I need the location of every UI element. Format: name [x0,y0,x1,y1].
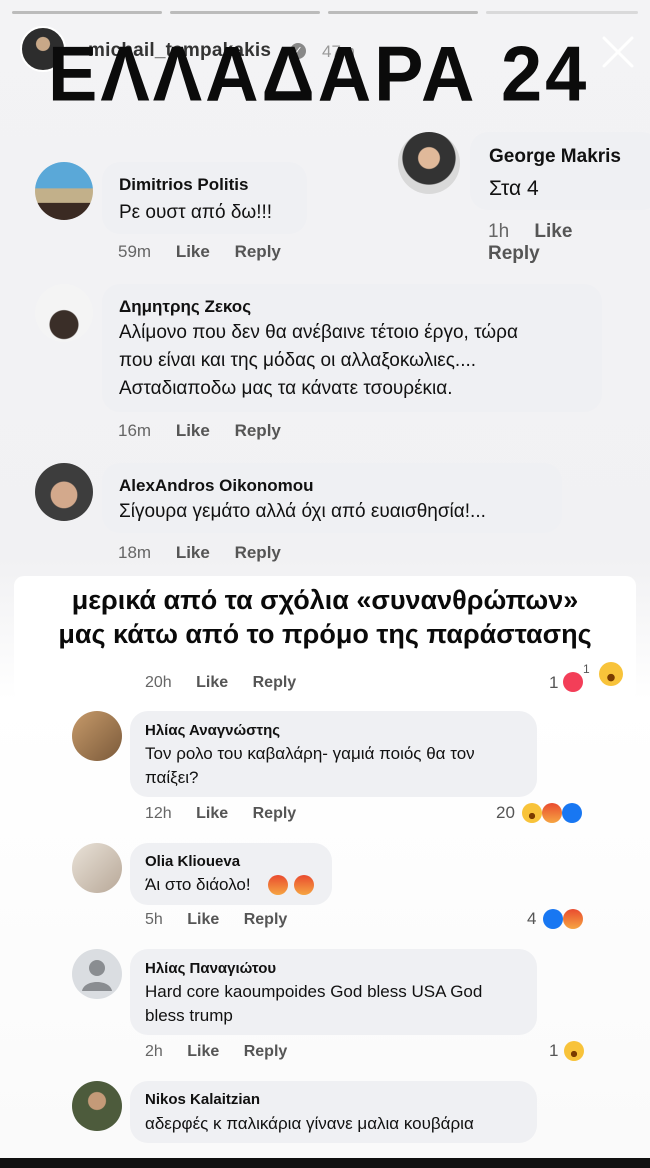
comment-text: αδερφές κ παλικάρια γίνανε μαλια κουβάρι… [145,1114,474,1133]
comment-time: 2h [145,1043,163,1060]
comment-meta-alex: 18m Like Reply [118,543,301,563]
comment-time: 59m [118,242,152,261]
angry-emoji-icon [268,875,288,895]
default-user-icon [82,960,112,991]
story-headline: ΕΛΛΑΔΑΡΑ 24 [48,29,590,118]
reply-button[interactable]: Reply [253,805,297,822]
angry-reaction-icon [563,909,583,929]
comment-time: 12h [145,805,172,822]
like-button[interactable]: Like [176,421,210,440]
comment-author[interactable]: Dimitrios Politis [119,175,248,195]
comment-text-line-2: bless trump [145,1006,233,1025]
angry-reaction-icon [542,803,562,823]
like-button[interactable]: Like [176,543,210,562]
like-reaction-icon [562,803,582,823]
reaction-count: 4 [527,909,537,928]
comment-time: 5h [145,911,163,928]
reaction-superscript: 1 [583,662,590,676]
avatar-dimitrios-politis[interactable] [35,162,93,220]
comment-time: 18m [118,543,152,562]
comment-text: Ρε ουστ από δω!!! [119,202,273,223]
avatar-george-makris[interactable] [398,132,460,194]
like-button[interactable]: Like [187,1043,219,1060]
comment-time: 1h [488,221,510,242]
comment-meta-zekos: 16m Like Reply [118,421,301,441]
comment-author[interactable]: Ηλίας Παναγιώτου [145,960,276,977]
comment-bubble-nikos: Nikos Kalaitzian αδερφές κ παλικάρια γίν… [130,1081,537,1143]
comment-meta-olia: 5h Like Reply [145,911,307,929]
comment-text-line-3: Ασταδιαποδω μας τα κάνατε τσουρέκια. [119,378,453,399]
comment-bubble-dimitrios: Dimitrios Politis Ρε ουστ από δω!!! [102,162,307,234]
comment-text-line-1: Τον ρολο του καβαλάρη- γαμιά ποιός θα το… [145,744,475,763]
comment-meta-hidden: 20h Like Reply [145,674,316,692]
reaction-count: 20 [496,803,515,822]
like-button[interactable]: Like [187,911,219,928]
haha-reaction-icon [522,803,542,823]
story-progress-3 [328,11,478,14]
comment-text: Άι στο διάολο! [145,875,251,894]
story-progress-1 [12,11,162,14]
story-progress-4 [486,11,638,14]
comment-bubble-zekos: Δημητρης Ζεκος Αλίμονο που δεν θα ανέβαι… [102,284,602,412]
comment-author[interactable]: Nikos Kalaitzian [145,1091,260,1108]
comment-meta-ilias-p: 2h Like Reply [145,1043,307,1061]
comment-time: 16m [118,421,152,440]
comment-meta-george: 1h Like Reply [488,221,650,265]
comment-time: 20h [145,674,172,691]
avatar-alexandros-oikonomou[interactable] [35,463,93,521]
like-button[interactable]: Like [196,805,228,822]
comment-text-line-2: παίξει? [145,768,199,787]
love-reaction-icon [563,672,583,692]
overlay-caption-line-2: μας κάτω από το πρόμο της παράστασης [58,619,592,649]
comment-author[interactable]: Ηλίας Αναγνώστης [145,722,280,739]
comment-bubble-george: George Makris Στα 4 [470,132,650,210]
haha-reaction-icon [564,1041,584,1061]
comment-text-line-2: που είναι και της μόδας οι αλλαξοκωλιες.… [119,350,477,371]
reaction-count: 1 [549,673,559,692]
angry-emoji-icon [294,875,314,895]
avatar-olia-klioueva[interactable] [72,843,122,893]
like-button[interactable]: Like [176,242,210,261]
story-progress-2 [170,11,320,14]
story-frame: michail_tampakakis ✓ 47m ΕΛΛΑΔΑΡΑ 24 Geo… [0,0,650,1158]
comment-bubble-ilias-a: Ηλίας Αναγνώστης Τον ρολο του καβαλάρη- … [130,711,537,797]
comment-bubble-alex: AlexAndros Oikonomou Σίγουρα γεμάτο αλλά… [102,463,562,533]
comment-text-line-1: Hard core kaoumpoides God bless USA God [145,982,483,1001]
close-icon[interactable] [598,32,638,72]
avatar-ilias-panagiotou[interactable] [72,949,122,999]
reply-button[interactable]: Reply [235,421,281,440]
reply-button[interactable]: Reply [235,242,281,261]
avatar-dimitris-zekos[interactable] [35,284,93,342]
comment-author[interactable]: Olia Klioueva [145,853,240,870]
comment-meta-ilias-a: 12h Like Reply [145,805,316,823]
reply-button[interactable]: Reply [244,1043,288,1060]
reply-button[interactable]: Reply [488,243,540,264]
comment-text: Στα 4 [489,177,539,200]
reply-button[interactable]: Reply [244,911,288,928]
avatar-nikos-kalaitzian[interactable] [72,1081,122,1131]
reaction-count: 1 [549,1041,559,1060]
like-button[interactable]: Like [534,221,572,242]
comment-bubble-olia: Olia Klioueva Άι στο διάολο! [130,843,332,905]
reply-button[interactable]: Reply [235,543,281,562]
comment-text-line-1: Αλίμονο που δεν θα ανέβαινε τέτοιο έργο,… [119,322,518,343]
haha-reaction-icon [599,662,623,686]
comment-author[interactable]: Δημητρης Ζεκος [119,297,251,317]
reply-button[interactable]: Reply [253,674,297,691]
like-reaction-icon [543,909,563,929]
comment-bubble-ilias-p: Ηλίας Παναγιώτου Hard core kaoumpoides G… [130,949,537,1035]
avatar-ilias-anagnostis[interactable] [72,711,122,761]
like-button[interactable]: Like [196,674,228,691]
comment-author[interactable]: AlexAndros Oikonomou [119,476,314,496]
comment-text: Σίγουρα γεμάτο αλλά όχι από ευαισθησία!.… [119,501,486,522]
comment-author[interactable]: George Makris [489,146,621,168]
comment-meta-dimitrios: 59m Like Reply [118,242,301,262]
